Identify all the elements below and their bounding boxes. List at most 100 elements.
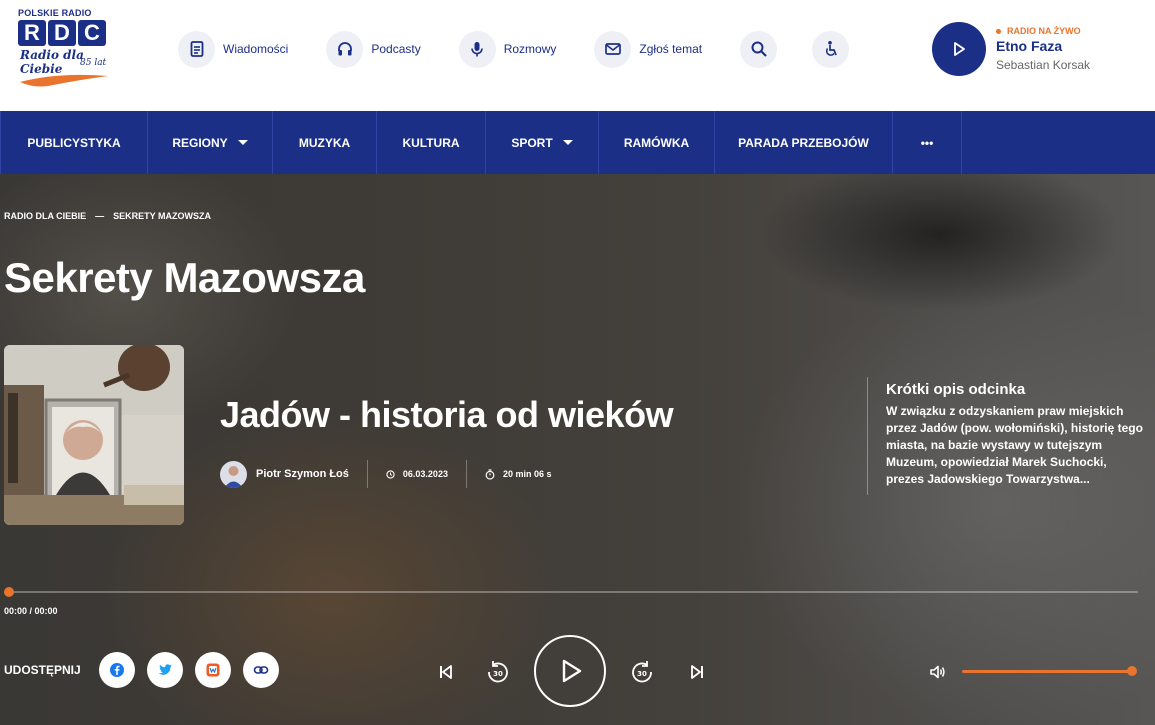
document-icon	[178, 30, 215, 68]
previous-track-button[interactable]	[434, 660, 458, 684]
forward-button[interactable]: 30	[628, 658, 656, 686]
episode-hero: RADIO DLA CIEBIE — SEKRETY MAZOWSZA Sekr…	[0, 174, 1155, 725]
topnav-label: Rozmowy	[503, 42, 557, 56]
nav-regiony[interactable]: REGIONY	[147, 111, 272, 174]
share-wykop-button[interactable]	[194, 652, 231, 688]
mail-icon	[594, 30, 632, 68]
progress-bar[interactable]	[8, 591, 1138, 593]
avatar[interactable]	[220, 460, 247, 488]
main-navigation: PUBLICYSTYKA REGIONY MUZYKA KULTURA SPOR…	[0, 111, 1155, 174]
episode-duration-text: 20 min 06 s	[502, 469, 552, 479]
nav-sport[interactable]: SPORT	[485, 111, 598, 174]
episode-meta: Piotr Szymon Łoś 06.03.2023 20 min 06 s	[220, 460, 551, 488]
forward-seconds: 30	[637, 670, 647, 678]
topnav-label: Podcasty	[371, 42, 421, 56]
volume-icon	[930, 665, 945, 679]
page-title: Sekrety Mazowsza	[4, 254, 365, 301]
logo-letter: D	[48, 20, 76, 46]
share-label: UDOSTĘPNIJ	[4, 663, 81, 677]
episode-thumbnail-image	[4, 345, 184, 525]
live-host-name: Sebastian Korsak	[996, 58, 1091, 72]
nav-more[interactable]: •••	[892, 111, 962, 174]
microphone-icon	[458, 30, 496, 68]
twitter-icon	[158, 664, 172, 675]
nav-label: PARADA PRZEBOJÓW	[738, 135, 869, 150]
topnav-label: Wiadomości	[223, 42, 289, 56]
live-play-button[interactable]	[932, 22, 986, 76]
rewind-seconds: 30	[493, 670, 503, 678]
episode-author[interactable]: Piotr Szymon Łoś	[256, 468, 349, 480]
search-button[interactable]	[740, 30, 778, 68]
nav-ramowka[interactable]: RAMÓWKA	[598, 111, 714, 174]
nav-label: RAMÓWKA	[623, 135, 690, 150]
episode-title: Jadów - historia od wieków	[220, 394, 674, 435]
top-navigation: Wiadomości Podcasty Rozmowy Zgłoś temat	[178, 30, 884, 68]
logo-letter: C	[78, 20, 106, 46]
description-text: W związku z odzyskaniem praw miejskich p…	[886, 404, 1143, 486]
meta-divider	[366, 460, 368, 488]
clock-icon	[386, 469, 395, 479]
search-icon	[740, 30, 778, 68]
playback-time: 00:00 / 00:00	[4, 606, 58, 616]
logo-swoosh-icon	[20, 74, 108, 87]
topnav-podcasty[interactable]: Podcasty	[326, 30, 421, 68]
live-info: RADIO NA ŻYWO Etno Faza Sebastian Korsak	[996, 26, 1090, 72]
chevron-down-icon	[237, 140, 248, 145]
forward-icon: 30	[632, 661, 652, 683]
rdc-logo[interactable]: POLSKIE RADIO R D C Radio dla Ciebie 85 …	[16, 8, 112, 96]
wykop-icon	[206, 663, 220, 677]
live-tag-text: RADIO NA ŻYWO	[1007, 26, 1081, 36]
breadcrumb-item[interactable]: RADIO DLA CIEBIE	[4, 211, 86, 221]
nav-label: KULTURA	[402, 135, 460, 150]
next-track-button[interactable]	[685, 660, 709, 684]
description-heading: Krótki opis odcinka	[886, 381, 1026, 398]
facebook-icon	[109, 663, 124, 677]
topnav-wiadomosci[interactable]: Wiadomości	[178, 30, 289, 68]
breadcrumb-separator: —	[95, 211, 105, 221]
accessibility-button[interactable]	[812, 30, 850, 68]
nav-label: PUBLICYSTYKA	[27, 135, 121, 150]
volume-button[interactable]	[926, 660, 950, 684]
topnav-rozmowy[interactable]: Rozmowy	[458, 30, 557, 68]
volume-slider[interactable]	[962, 670, 1132, 673]
episode-duration: 20 min 06 s	[485, 468, 552, 480]
play-icon	[954, 42, 965, 56]
more-icon: •••	[920, 135, 934, 150]
share-twitter-button[interactable]	[146, 652, 183, 688]
nav-label: MUZYKA	[298, 135, 351, 150]
logo-letter: R	[18, 20, 46, 46]
episode-description: Krótki opis odcinka W związku z odzyskan…	[867, 377, 1147, 495]
live-dot-icon	[996, 28, 1001, 34]
topnav-zglos-temat[interactable]: Zgłoś temat	[594, 30, 703, 68]
author-avatar-icon	[224, 465, 243, 488]
rewind-button[interactable]: 30	[484, 658, 512, 686]
nav-parada-przebojow[interactable]: PARADA PRZEBOJÓW	[714, 111, 892, 174]
nav-publicystyka[interactable]: PUBLICYSTYKA	[0, 111, 147, 174]
accessibility-icon	[812, 30, 850, 68]
episode-date-text: 06.03.2023	[402, 469, 448, 479]
live-tag: RADIO NA ŻYWO	[996, 26, 1090, 36]
link-icon	[253, 666, 268, 674]
nav-kultura[interactable]: KULTURA	[376, 111, 485, 174]
nav-label: REGIONY	[172, 135, 228, 150]
logo-letters: R D C	[16, 20, 112, 46]
volume-handle[interactable]	[1127, 666, 1137, 676]
nav-muzyka[interactable]: MUZYKA	[272, 111, 376, 174]
progress-handle[interactable]	[4, 587, 14, 597]
share-link-button[interactable]	[242, 652, 279, 688]
play-icon	[562, 659, 582, 683]
live-radio-widget: RADIO NA ŻYWO Etno Faza Sebastian Korsak	[932, 22, 1090, 76]
stopwatch-icon	[485, 468, 495, 480]
skip-next-icon	[691, 665, 703, 679]
share-bar: UDOSTĘPNIJ	[4, 652, 291, 688]
live-station-name[interactable]: Etno Faza	[996, 38, 1090, 54]
play-button[interactable]	[534, 635, 606, 707]
headphones-icon	[326, 30, 364, 68]
nav-label: SPORT	[511, 135, 553, 150]
logo-years-text: 85 lat	[80, 58, 107, 68]
breadcrumb-item[interactable]: SEKRETY MAZOWSZA	[113, 211, 211, 221]
meta-divider	[465, 460, 467, 488]
topnav-label: Zgłoś temat	[639, 42, 703, 56]
share-facebook-button[interactable]	[98, 652, 135, 688]
breadcrumb: RADIO DLA CIEBIE — SEKRETY MAZOWSZA	[4, 211, 211, 221]
